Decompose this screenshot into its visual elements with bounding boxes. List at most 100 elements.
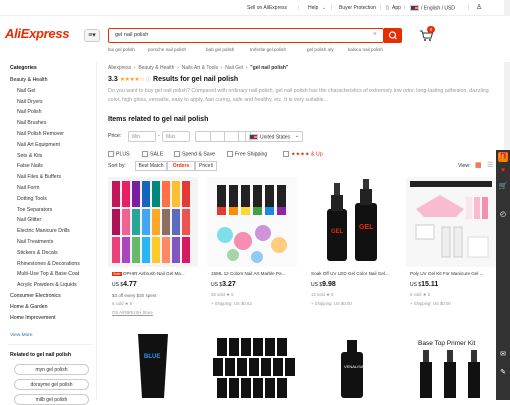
- category-item[interactable]: Nail Form: [17, 185, 39, 191]
- product-image[interactable]: [406, 177, 496, 267]
- breadcrumb-item[interactable]: Nails Art & Tools: [182, 65, 218, 71]
- shipping-text: + Shipping: US $0.00: [311, 301, 352, 306]
- divider: |: [404, 5, 406, 11]
- product-title[interactable]: Soak Off UV LED Gel Color Nail Gel...: [311, 271, 395, 276]
- category-item[interactable]: Nail Polish Remover: [17, 131, 64, 137]
- price-max-input[interactable]: Max: [162, 131, 190, 142]
- breadcrumb-item[interactable]: Nail Gel: [225, 65, 243, 71]
- category-item[interactable]: Home Improvement: [10, 315, 56, 321]
- filter-plus[interactable]: PLUS: [108, 151, 130, 157]
- product-image[interactable]: [207, 177, 297, 267]
- product-card[interactable]: Poly UV Gel Kit For Manicure Gel ... US …: [406, 177, 496, 327]
- product-card[interactable]: Sale OPHIR Airbrush Nail Gel Ma... US $4…: [108, 177, 198, 327]
- product-title[interactable]: Sale OPHIR Airbrush Nail Gel Ma...: [112, 271, 196, 276]
- sort-best-match[interactable]: Best Match: [135, 161, 167, 171]
- category-item[interactable]: False Nails: [17, 163, 43, 169]
- category-item[interactable]: Acrylic Powders & Liquids: [17, 282, 77, 288]
- view-more-link[interactable]: View More: [10, 333, 33, 338]
- checkbox[interactable]: [283, 151, 289, 157]
- search-suggestion[interactable]: bui gel polish: [108, 47, 135, 52]
- logo[interactable]: AliExpress: [5, 26, 70, 41]
- gift-icon[interactable]: 🎁: [498, 152, 508, 162]
- category-item[interactable]: Consumer Electronics: [10, 293, 61, 299]
- main-content: Aliexpress › Beauty & Health › Nails Art…: [97, 62, 510, 400]
- product-card[interactable]: [207, 332, 297, 400]
- locale-selector[interactable]: / English / USD: [410, 5, 455, 11]
- checkbox[interactable]: [227, 151, 233, 157]
- filter-rating[interactable]: ★★★★ & Up: [283, 151, 323, 157]
- product-card[interactable]: GEL GEL Soak Off UV LED Gel Color Nail G…: [307, 177, 397, 327]
- edit-icon[interactable]: ✎: [498, 368, 508, 378]
- search-button[interactable]: [384, 28, 402, 43]
- category-item[interactable]: Dotting Tools: [17, 196, 47, 202]
- product-image[interactable]: [108, 177, 198, 267]
- product-card[interactable]: Base Top Primer Kit: [406, 332, 496, 400]
- chat-icon[interactable]: ✉: [498, 350, 508, 360]
- help-link[interactable]: Help: [308, 5, 318, 11]
- checkbox[interactable]: [142, 151, 148, 157]
- sell-on-aliexpress-link[interactable]: Sell on AliExpress: [247, 5, 287, 11]
- grid-view-icon[interactable]: ▦: [475, 161, 482, 169]
- category-item[interactable]: Nail Dryers: [17, 99, 43, 105]
- divider: [8, 344, 92, 345]
- product-card[interactable]: BLUE: [108, 332, 198, 400]
- ship-to-select[interactable]: United States ⌄: [245, 131, 303, 142]
- price-range-buttons[interactable]: [195, 131, 251, 142]
- search-input[interactable]: gel nail polish ×: [108, 28, 384, 43]
- product-image[interactable]: GEL GEL: [307, 177, 397, 267]
- history-icon[interactable]: ◴: [498, 210, 508, 220]
- search-suggestion[interactable]: gel polish oly: [307, 47, 334, 52]
- product-image[interactable]: VENALISA: [307, 332, 397, 400]
- category-item[interactable]: Toe Separators: [17, 207, 52, 213]
- app-link[interactable]: App: [392, 5, 401, 11]
- category-item[interactable]: Home & Garden: [10, 304, 47, 310]
- category-item[interactable]: Nail Files & Buffers: [17, 174, 61, 180]
- price-min-input[interactable]: Min.: [128, 131, 156, 142]
- product-title[interactable]: 15ML 12 Colors Nail Art Marble Pa...: [211, 271, 295, 276]
- filter-spend-save[interactable]: Spend & Save: [174, 151, 215, 157]
- filter-sale[interactable]: SALE: [142, 151, 163, 157]
- search-suggestion[interactable]: kalocu nail polish: [348, 47, 383, 52]
- category-item[interactable]: Sets & Kits: [17, 153, 42, 159]
- product-price: US $3.27: [211, 281, 236, 288]
- product-card[interactable]: 15ML 12 Colors Nail Art Marble Pa... US …: [207, 177, 297, 327]
- search-suggestion[interactable]: porsche nail polish: [148, 47, 186, 52]
- search-suggestion[interactable]: trvferite gel polish: [250, 47, 286, 52]
- related-search-pill[interactable]: myn gel polish: [14, 364, 89, 375]
- category-item[interactable]: Electric Manicure Drills: [17, 228, 70, 234]
- heart-icon[interactable]: ♥: [498, 166, 508, 176]
- store-link[interactable]: OS AIRBRUSH Store: [112, 310, 153, 315]
- buyer-protection-link[interactable]: Buyer Protection: [339, 5, 376, 11]
- category-menu-button[interactable]: ≡▾: [84, 29, 100, 42]
- filter-free-shipping[interactable]: Free Shipping: [227, 151, 267, 157]
- search-suggestion[interactable]: bab gel polish: [206, 47, 234, 52]
- category-item[interactable]: Rhinestones & Decorations: [17, 261, 80, 267]
- product-title[interactable]: Poly UV Gel Kit For Manicure Gel ...: [410, 271, 494, 276]
- user-icon[interactable]: ♙: [476, 3, 482, 11]
- sort-price[interactable]: Price ⇕: [195, 161, 217, 171]
- list-view-icon[interactable]: ☰: [487, 161, 493, 169]
- checkbox[interactable]: [108, 151, 114, 157]
- sort-arrows-icon: ⇕: [209, 163, 214, 169]
- category-item[interactable]: Multi-Use Top & Base Coat: [17, 271, 79, 277]
- clear-icon[interactable]: ×: [373, 31, 377, 38]
- category-item[interactable]: Stickers & Decals: [17, 250, 58, 256]
- product-card[interactable]: VENALISA: [307, 332, 397, 400]
- category-item[interactable]: Nail Polish: [17, 109, 42, 115]
- category-item[interactable]: Nail Art Equipment: [17, 142, 60, 148]
- category-item[interactable]: Nail Gel: [17, 88, 35, 94]
- svg-text:GEL: GEL: [331, 229, 344, 235]
- breadcrumb-item[interactable]: Beauty & Health: [138, 65, 174, 71]
- breadcrumb-item[interactable]: Aliexpress: [108, 65, 131, 71]
- product-image[interactable]: [207, 332, 297, 400]
- category-item[interactable]: Beauty & Health: [10, 77, 48, 83]
- cart-icon[interactable]: 🛒: [498, 182, 508, 192]
- svg-text:VENALISA: VENALISA: [344, 364, 364, 369]
- related-search-pill[interactable]: dorayme gel polish: [14, 379, 89, 390]
- category-item[interactable]: Nail Glitter: [17, 217, 41, 223]
- sort-orders[interactable]: Orders: [167, 161, 195, 171]
- category-item[interactable]: Nail Treatments: [17, 239, 53, 245]
- product-image[interactable]: BLUE: [108, 332, 198, 400]
- category-item[interactable]: Nail Brushes: [17, 120, 46, 126]
- checkbox[interactable]: [174, 151, 180, 157]
